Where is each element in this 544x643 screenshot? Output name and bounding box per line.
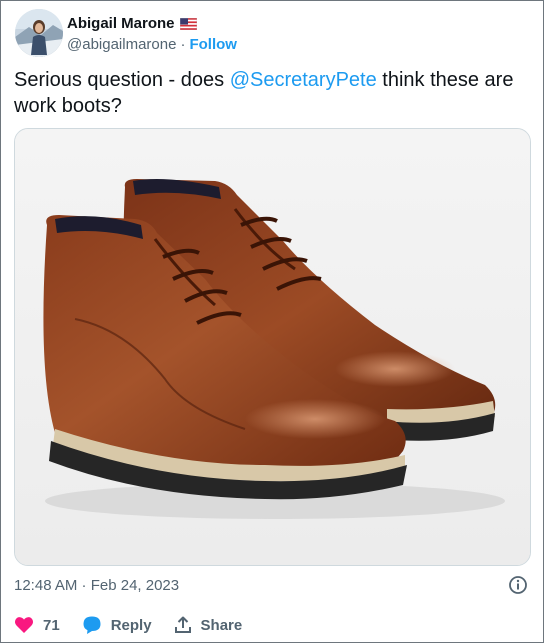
separator-dot: · xyxy=(180,35,186,53)
share-label: Share xyxy=(200,616,243,634)
reply-button[interactable]: Reply xyxy=(82,615,152,635)
tweet-header: Abigail Marone @abigailmarone · Follow xyxy=(15,9,531,57)
tweet-card: Abigail Marone @abigailmarone · Follow S… xyxy=(0,0,544,643)
timestamp-row: 12:48 AM · Feb 24, 2023 xyxy=(14,575,530,597)
avatar[interactable] xyxy=(15,9,63,57)
share-icon xyxy=(174,616,192,634)
us-flag-icon xyxy=(179,17,197,31)
tweet-text-start: Serious question - does xyxy=(14,69,230,91)
info-icon[interactable] xyxy=(508,575,528,595)
follow-button[interactable]: Follow xyxy=(189,36,237,53)
tweet-text: Serious question - does @SecretaryPete t… xyxy=(14,67,524,119)
action-bar: 71 Reply Share xyxy=(14,611,530,639)
author-names: Abigail Marone @abigailmarone · Follow xyxy=(67,13,237,54)
boots-image xyxy=(15,129,530,565)
reply-label: Reply xyxy=(110,616,152,634)
like-count: 71 xyxy=(43,616,60,634)
tweet-timestamp[interactable]: 12:48 AM · Feb 24, 2023 xyxy=(14,577,179,594)
reply-bubble-icon xyxy=(82,615,102,635)
share-button[interactable]: Share xyxy=(174,616,243,634)
author-display-name[interactable]: Abigail Marone xyxy=(67,15,175,32)
mention-link[interactable]: @SecretaryPete xyxy=(230,69,377,91)
author-handle[interactable]: @abigailmarone xyxy=(67,36,176,53)
tweet-media-image[interactable] xyxy=(14,128,531,566)
like-button[interactable]: 71 xyxy=(14,616,60,634)
heart-icon xyxy=(14,616,34,634)
